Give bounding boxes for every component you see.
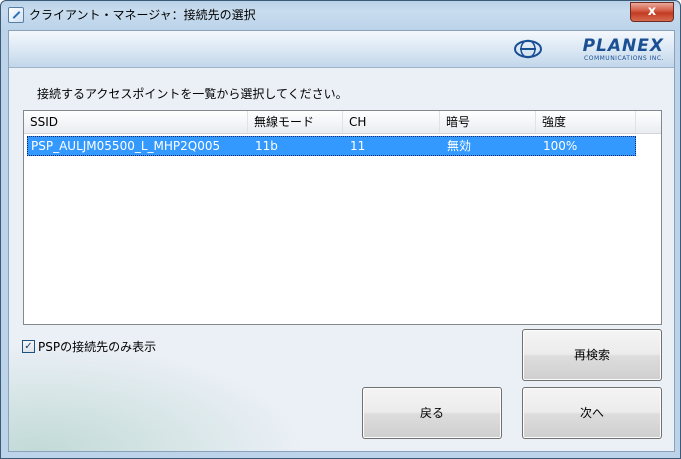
column-header-ssid[interactable]: SSID [24,111,248,133]
psp-only-checkbox[interactable]: ✓ [22,340,35,353]
cell-mode: 11b [255,139,278,153]
dialog-window: クライアント・マネージャ：接続先の選択 x PLANEX COMMUNICATI… [0,0,681,459]
title-bar[interactable]: クライアント・マネージャ：接続先の選択 x [1,1,680,29]
cell-ssid: PSP_AULJM05500_L_MHP2Q005 [31,139,221,153]
list-header: SSID 無線モード CH 暗号 強度 [24,111,661,134]
list-row-selected[interactable]: PSP_AULJM05500_L_MHP2Q005 11b 11 無効 100% [27,136,636,156]
column-header-encryption[interactable]: 暗号 [440,111,536,133]
cell-encryption: 無効 [447,139,472,153]
column-header-channel[interactable]: CH [343,111,440,133]
instruction-text: 接続するアクセスポイントを一覧から選択してください。 [37,87,348,101]
brand-subtitle: COMMUNICATIONS INC. [584,55,664,62]
rescan-button[interactable]: 再検索 [522,329,662,381]
dialog-body: PLANEX COMMUNICATIONS INC. 接続するアクセスポイントを… [8,30,675,452]
column-header-strength[interactable]: 強度 [536,111,636,133]
planex-logo: PLANEX COMMUNICATIONS INC. [514,36,664,62]
background-decoration [9,341,309,451]
access-point-list[interactable]: SSID 無線モード CH 暗号 強度 PSP_AULJM05500_L_MHP… [23,110,662,325]
brand-name: PLANEX [582,36,664,56]
close-button[interactable]: x [630,2,674,22]
window-title: クライアント・マネージャ：接続先の選択 [29,8,256,22]
psp-only-label[interactable]: PSPの接続先のみ表示 [38,338,156,355]
back-button[interactable]: 戻る [362,387,502,439]
header-banner: PLANEX COMMUNICATIONS INC. [9,31,674,68]
planex-logo-icon [514,39,542,59]
cell-channel: 11 [350,139,366,153]
app-icon [8,7,24,23]
cell-strength: 100% [543,139,578,153]
column-header-mode[interactable]: 無線モード [248,111,343,133]
next-button[interactable]: 次へ [522,387,662,439]
